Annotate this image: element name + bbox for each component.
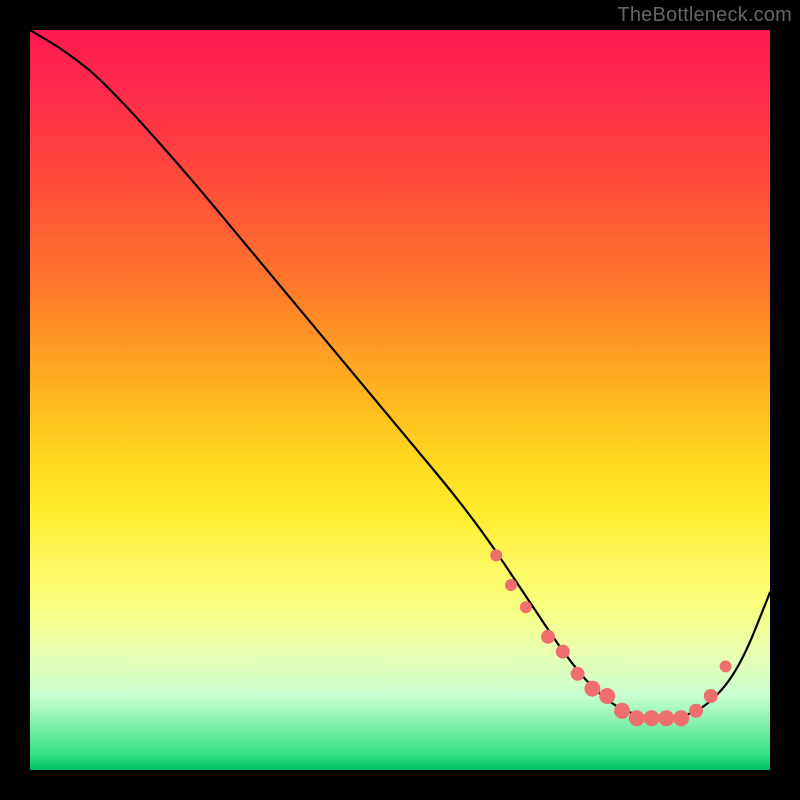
curve-marker (490, 549, 502, 561)
curve-marker (614, 703, 630, 719)
chart-frame: TheBottleneck.com (0, 0, 800, 800)
curve-marker (541, 630, 555, 644)
curve-marker (584, 681, 600, 697)
curve-marker (629, 710, 645, 726)
curve-marker (644, 710, 660, 726)
curve-marker (704, 689, 718, 703)
curve-marker (720, 660, 732, 672)
watermark-text: TheBottleneck.com (617, 4, 792, 27)
curve-marker (520, 601, 532, 613)
chart-overlay (30, 30, 770, 770)
curve-marker (556, 645, 570, 659)
curve-marker (571, 667, 585, 681)
marker-group (490, 549, 731, 726)
curve-marker (505, 579, 517, 591)
curve-marker (658, 710, 674, 726)
chart-plot-area (30, 30, 770, 770)
curve-marker (673, 710, 689, 726)
bottleneck-curve (30, 30, 770, 718)
curve-marker (599, 688, 615, 704)
curve-marker (689, 704, 703, 718)
